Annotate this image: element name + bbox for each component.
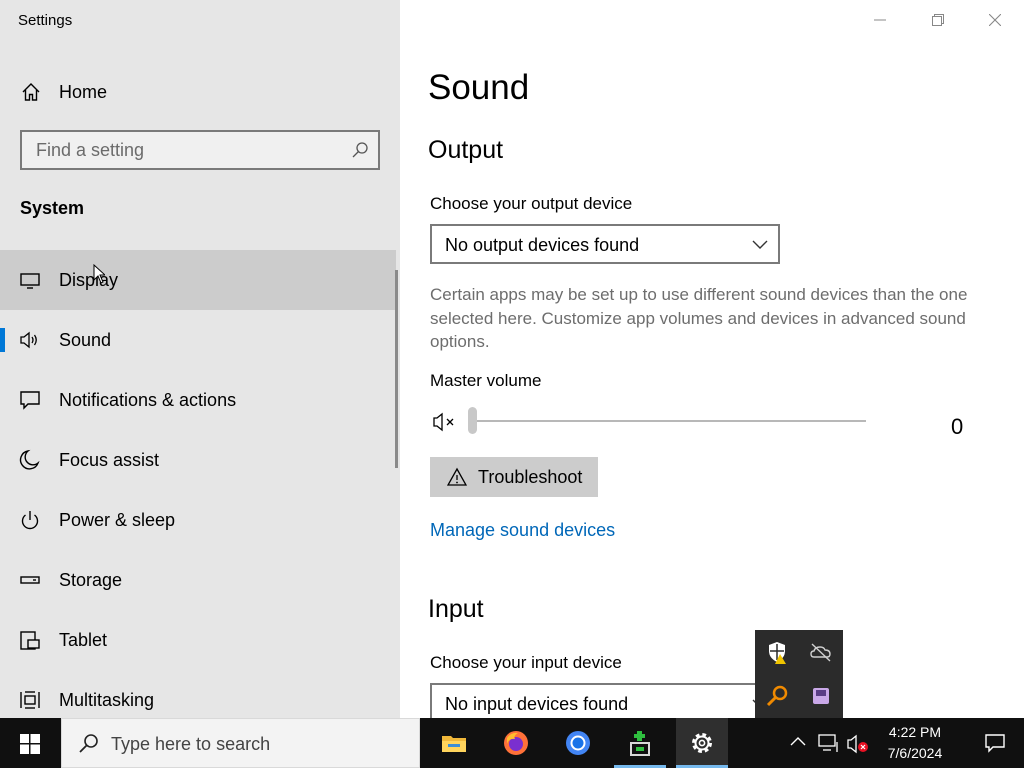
sidebar-item-label: Sound: [59, 330, 112, 350]
sidebar-item-sound[interactable]: Sound: [0, 310, 396, 370]
taskbar: Type here to search 4:22 PM 7/6/2024: [0, 718, 1024, 768]
action-center-button[interactable]: [968, 718, 1024, 768]
firefox-icon: [504, 731, 528, 755]
settings-gear-icon: [692, 733, 712, 753]
warning-icon: [447, 467, 467, 486]
input-section-title: Input: [428, 595, 484, 623]
output-description: Certain apps may be set up to use differ…: [430, 285, 968, 351]
app-title: Settings: [18, 12, 73, 29]
sidebar-home[interactable]: Home: [0, 70, 400, 114]
network-icon[interactable]: [818, 733, 840, 753]
selection-indicator: [0, 328, 5, 352]
magnifier-tool-icon[interactable]: [765, 684, 789, 708]
restore-icon: [932, 14, 944, 26]
chevron-down-icon: [752, 240, 768, 249]
sidebar-item-label: Multitasking: [59, 690, 155, 710]
settings-search-box[interactable]: [20, 130, 380, 170]
taskbar-firefox[interactable]: [490, 718, 542, 768]
onedrive-offline-icon[interactable]: [809, 640, 833, 664]
multitasking-icon: [20, 691, 40, 709]
sidebar-item-label: Storage: [59, 570, 123, 590]
taskbar-chrome[interactable]: [552, 718, 604, 768]
sidebar-item-label: Display: [59, 270, 119, 290]
file-explorer-icon: [442, 736, 466, 752]
windows-logo-icon: [20, 734, 40, 754]
clock-date: 7/6/2024: [887, 745, 943, 761]
volume-muted-icon[interactable]: [433, 410, 459, 434]
input-device-label: Choose your input device: [430, 653, 622, 672]
sidebar-group-title: System: [20, 198, 85, 218]
tablet-icon: [20, 631, 40, 650]
taskbar-file-explorer[interactable]: [428, 718, 480, 768]
master-volume-value: 0: [951, 414, 964, 439]
sidebar-home-label: Home: [59, 82, 108, 102]
sidebar-item-focus-assist[interactable]: Focus assist: [0, 430, 396, 490]
power-icon: [21, 511, 39, 530]
output-section-title: Output: [428, 136, 504, 164]
sidebar-item-notifications[interactable]: Notifications & actions: [0, 370, 396, 430]
close-icon: [989, 14, 1001, 26]
sidebar-item-storage[interactable]: Storage: [0, 550, 396, 610]
taskbar-search-placeholder: Type here to search: [111, 734, 271, 754]
master-volume-label: Master volume: [430, 371, 542, 390]
close-button[interactable]: [967, 0, 1024, 40]
sidebar-item-label: Focus assist: [59, 450, 160, 470]
input-device-dropdown[interactable]: No input devices found: [430, 683, 780, 718]
master-volume-thumb[interactable]: [468, 407, 477, 434]
taskbar-clock[interactable]: 4:22 PM 7/6/2024: [872, 722, 958, 764]
troubleshoot-button[interactable]: Troubleshoot: [430, 457, 598, 497]
settings-sidebar: Settings Home System Display Sound: [0, 0, 400, 718]
storage-icon: [20, 576, 40, 584]
taskbar-settings[interactable]: [676, 718, 728, 768]
mouse-cursor-icon: [93, 264, 105, 284]
notification-icon: [20, 391, 40, 410]
sidebar-item-power-sleep[interactable]: Power & sleep: [0, 490, 396, 550]
taskbar-installer[interactable]: [614, 718, 666, 768]
installer-icon: [630, 731, 650, 756]
speaker-icon: [20, 331, 37, 349]
master-volume-slider[interactable]: [472, 420, 866, 422]
home-icon: [22, 83, 40, 101]
sidebar-item-multitasking[interactable]: Multitasking: [0, 670, 396, 718]
volume-error-icon[interactable]: [847, 733, 871, 755]
sidebar-scrollbar[interactable]: [395, 270, 398, 468]
output-device-value: No output devices found: [445, 235, 640, 255]
output-device-label: Choose your output device: [430, 194, 633, 213]
sound-settings-page: Sound Output Choose your output device N…: [400, 0, 1024, 718]
input-device-value: No input devices found: [445, 694, 629, 714]
save-app-icon[interactable]: [809, 684, 833, 708]
start-button[interactable]: [0, 718, 60, 768]
restore-button[interactable]: [910, 0, 967, 40]
tray-overflow-popup: [755, 630, 843, 718]
sidebar-item-tablet[interactable]: Tablet: [0, 610, 396, 670]
search-icon[interactable]: [350, 140, 370, 160]
minimize-icon: [874, 19, 886, 21]
moon-icon: [19, 449, 40, 470]
search-icon: [79, 734, 98, 753]
troubleshoot-label: Troubleshoot: [478, 467, 583, 487]
minimize-button[interactable]: [852, 0, 909, 40]
monitor-icon: [20, 273, 40, 289]
clock-time: 4:22 PM: [888, 724, 942, 740]
chevron-up-icon[interactable]: [790, 733, 806, 751]
sidebar-item-display[interactable]: Display: [0, 250, 396, 310]
output-device-dropdown[interactable]: No output devices found: [430, 224, 780, 264]
page-title: Sound: [428, 68, 530, 107]
security-shield-icon[interactable]: [765, 640, 789, 664]
settings-search-input[interactable]: [22, 132, 342, 168]
sidebar-item-label: Tablet: [59, 630, 108, 650]
chrome-icon: [566, 731, 590, 755]
manage-sound-devices-link[interactable]: Manage sound devices: [430, 520, 615, 541]
sidebar-item-label: Power & sleep: [59, 510, 176, 530]
notification-icon: [985, 734, 1005, 753]
sidebar-item-label: Notifications & actions: [59, 390, 237, 410]
taskbar-search-box[interactable]: Type here to search: [61, 718, 420, 768]
